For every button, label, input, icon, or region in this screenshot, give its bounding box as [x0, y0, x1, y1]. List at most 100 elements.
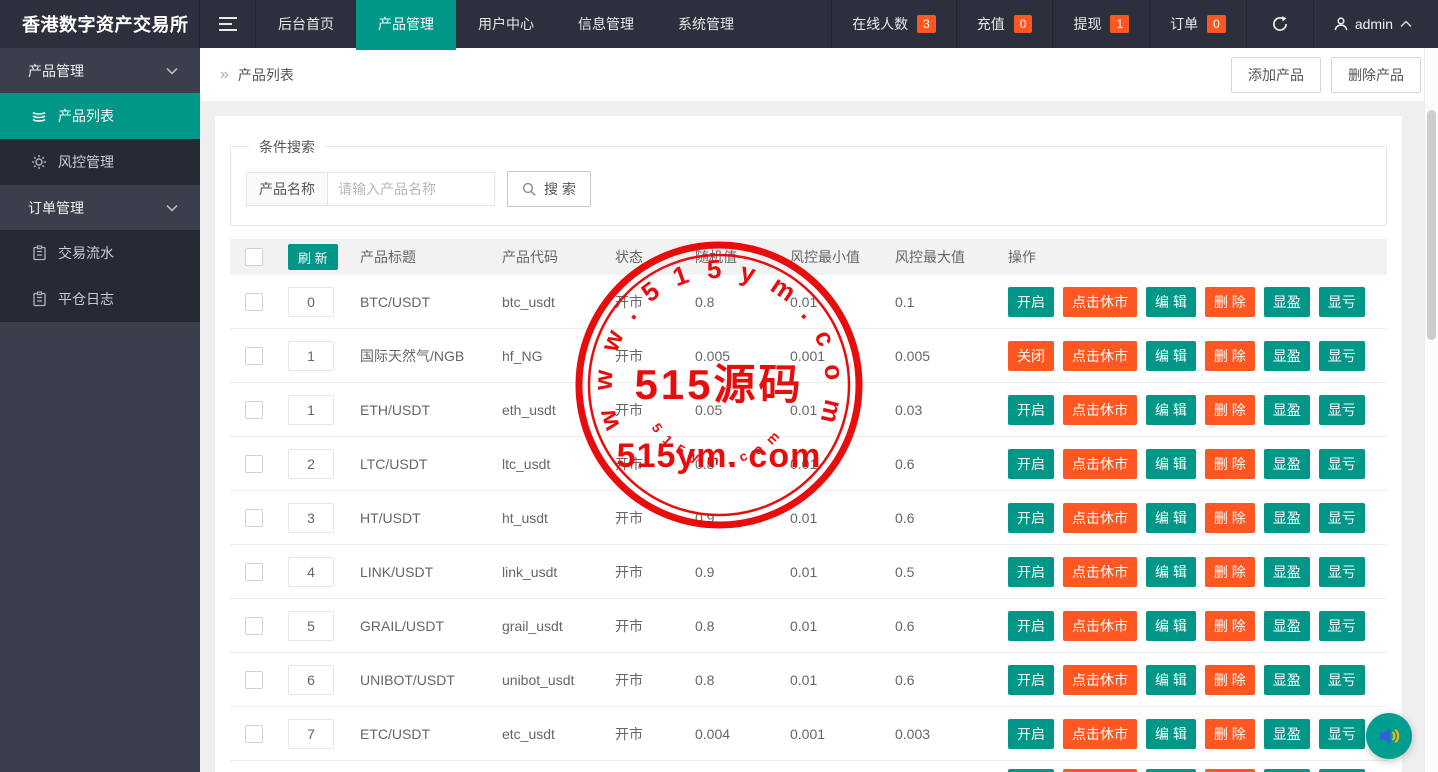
show-loss-button[interactable]: 显亏 — [1319, 557, 1365, 587]
delete-button[interactable]: 删 除 — [1205, 395, 1255, 425]
show-profit-button[interactable]: 显盈 — [1264, 557, 1310, 587]
show-profit-button[interactable]: 显盈 — [1264, 449, 1310, 479]
show-profit-button[interactable]: 显盈 — [1264, 341, 1310, 371]
suspend-market-button[interactable]: 点击休市 — [1063, 287, 1137, 317]
nav-item-users[interactable]: 用户中心 — [456, 0, 556, 48]
show-profit-button[interactable]: 显盈 — [1264, 395, 1310, 425]
product-name-input[interactable] — [327, 172, 495, 206]
edit-button[interactable]: 编 辑 — [1146, 665, 1196, 695]
suspend-market-button[interactable]: 点击休市 — [1063, 665, 1137, 695]
toggle-open-button[interactable]: 开启 — [1008, 611, 1054, 641]
delete-button[interactable]: 删 除 — [1205, 449, 1255, 479]
show-profit-button[interactable]: 显盈 — [1264, 719, 1310, 749]
show-loss-button[interactable]: 显亏 — [1319, 665, 1365, 695]
row-checkbox[interactable] — [245, 401, 263, 419]
scrollbar[interactable] — [1424, 48, 1438, 772]
toggle-open-button[interactable]: 开启 — [1008, 395, 1054, 425]
scrollbar-thumb[interactable] — [1427, 110, 1436, 340]
delete-button[interactable]: 删 除 — [1205, 719, 1255, 749]
edit-button[interactable]: 编 辑 — [1146, 449, 1196, 479]
nav-item-products[interactable]: 产品管理 — [356, 0, 456, 48]
suspend-market-button[interactable]: 点击休市 — [1063, 719, 1137, 749]
sort-order-input[interactable] — [288, 449, 334, 479]
stat-withdraw[interactable]: 提现 1 — [1052, 0, 1149, 48]
delete-button[interactable]: 删 除 — [1205, 557, 1255, 587]
edit-button[interactable]: 编 辑 — [1146, 395, 1196, 425]
row-checkbox[interactable] — [245, 509, 263, 527]
delete-button[interactable]: 删 除 — [1205, 611, 1255, 641]
delete-button[interactable]: 删 除 — [1205, 665, 1255, 695]
sort-order-input[interactable] — [288, 557, 334, 587]
show-profit-button[interactable]: 显盈 — [1264, 503, 1310, 533]
toggle-open-button[interactable]: 开启 — [1008, 719, 1054, 749]
delete-product-button[interactable]: 删除产品 — [1331, 57, 1421, 93]
toggle-open-button[interactable]: 开启 — [1008, 557, 1054, 587]
sort-order-input[interactable] — [288, 503, 334, 533]
nav-item-dashboard[interactable]: 后台首页 — [256, 0, 356, 48]
add-product-button[interactable]: 添加产品 — [1231, 57, 1321, 93]
sidebar-item-risk-control[interactable]: 风控管理 — [0, 139, 200, 185]
edit-button[interactable]: 编 辑 — [1146, 611, 1196, 641]
show-loss-button[interactable]: 显亏 — [1319, 395, 1365, 425]
sort-order-input[interactable] — [288, 395, 334, 425]
stat-online-users[interactable]: 在线人数 3 — [831, 0, 956, 48]
sidebar-item-product-list[interactable]: 产品列表 — [0, 93, 200, 139]
nav-item-messages[interactable]: 信息管理 — [556, 0, 656, 48]
suspend-market-button[interactable]: 点击休市 — [1063, 341, 1137, 371]
show-loss-button[interactable]: 显亏 — [1319, 341, 1365, 371]
stat-orders[interactable]: 订单 0 — [1149, 0, 1246, 48]
sidebar-item-trade-flow[interactable]: 交易流水 — [0, 230, 200, 276]
delete-button[interactable]: 删 除 — [1205, 287, 1255, 317]
row-checkbox[interactable] — [245, 293, 263, 311]
sidebar-group-products[interactable]: 产品管理 — [0, 48, 200, 93]
delete-button[interactable]: 删 除 — [1205, 341, 1255, 371]
suspend-market-button[interactable]: 点击休市 — [1063, 449, 1137, 479]
row-checkbox[interactable] — [245, 455, 263, 473]
delete-button[interactable]: 删 除 — [1205, 503, 1255, 533]
menu-toggle-icon[interactable] — [200, 0, 256, 48]
toggle-open-button[interactable]: 关闭 — [1008, 341, 1054, 371]
nav-item-system[interactable]: 系统管理 — [656, 0, 756, 48]
show-profit-button[interactable]: 显盈 — [1264, 611, 1310, 641]
show-profit-button[interactable]: 显盈 — [1264, 665, 1310, 695]
sort-order-input[interactable] — [288, 287, 334, 317]
show-profit-button[interactable]: 显盈 — [1264, 287, 1310, 317]
toggle-open-button[interactable]: 开启 — [1008, 665, 1054, 695]
row-checkbox[interactable] — [245, 617, 263, 635]
suspend-market-button[interactable]: 点击休市 — [1063, 503, 1137, 533]
suspend-market-button[interactable]: 点击休市 — [1063, 611, 1137, 641]
show-loss-button[interactable]: 显亏 — [1319, 503, 1365, 533]
show-loss-button[interactable]: 显亏 — [1319, 449, 1365, 479]
edit-button[interactable]: 编 辑 — [1146, 719, 1196, 749]
stat-recharge[interactable]: 充值 0 — [956, 0, 1053, 48]
show-loss-button[interactable]: 显亏 — [1319, 611, 1365, 641]
search-button[interactable]: 搜 索 — [507, 171, 591, 207]
edit-button[interactable]: 编 辑 — [1146, 557, 1196, 587]
row-checkbox[interactable] — [245, 671, 263, 689]
toggle-open-button[interactable]: 开启 — [1008, 449, 1054, 479]
refresh-button[interactable] — [1246, 0, 1313, 48]
toggle-open-button[interactable]: 开启 — [1008, 503, 1054, 533]
sort-order-input[interactable] — [288, 341, 334, 371]
status-cell: 开市 — [600, 508, 680, 528]
sound-toggle-button[interactable] — [1366, 713, 1412, 759]
row-checkbox[interactable] — [245, 347, 263, 365]
sidebar-item-close-log[interactable]: 平仓日志 — [0, 276, 200, 322]
show-loss-button[interactable]: 显亏 — [1319, 287, 1365, 317]
sort-order-input[interactable] — [288, 611, 334, 641]
toggle-open-button[interactable]: 开启 — [1008, 287, 1054, 317]
suspend-market-button[interactable]: 点击休市 — [1063, 395, 1137, 425]
suspend-market-button[interactable]: 点击休市 — [1063, 557, 1137, 587]
row-checkbox[interactable] — [245, 725, 263, 743]
row-checkbox[interactable] — [245, 563, 263, 581]
sidebar-group-orders[interactable]: 订单管理 — [0, 185, 200, 230]
select-all-checkbox[interactable] — [245, 248, 263, 266]
refresh-table-button[interactable]: 刷 新 — [288, 244, 338, 270]
sort-order-input[interactable] — [288, 719, 334, 749]
edit-button[interactable]: 编 辑 — [1146, 341, 1196, 371]
edit-button[interactable]: 编 辑 — [1146, 503, 1196, 533]
sort-order-input[interactable] — [288, 665, 334, 695]
user-menu[interactable]: admin — [1313, 0, 1438, 48]
show-loss-button[interactable]: 显亏 — [1319, 719, 1365, 749]
edit-button[interactable]: 编 辑 — [1146, 287, 1196, 317]
